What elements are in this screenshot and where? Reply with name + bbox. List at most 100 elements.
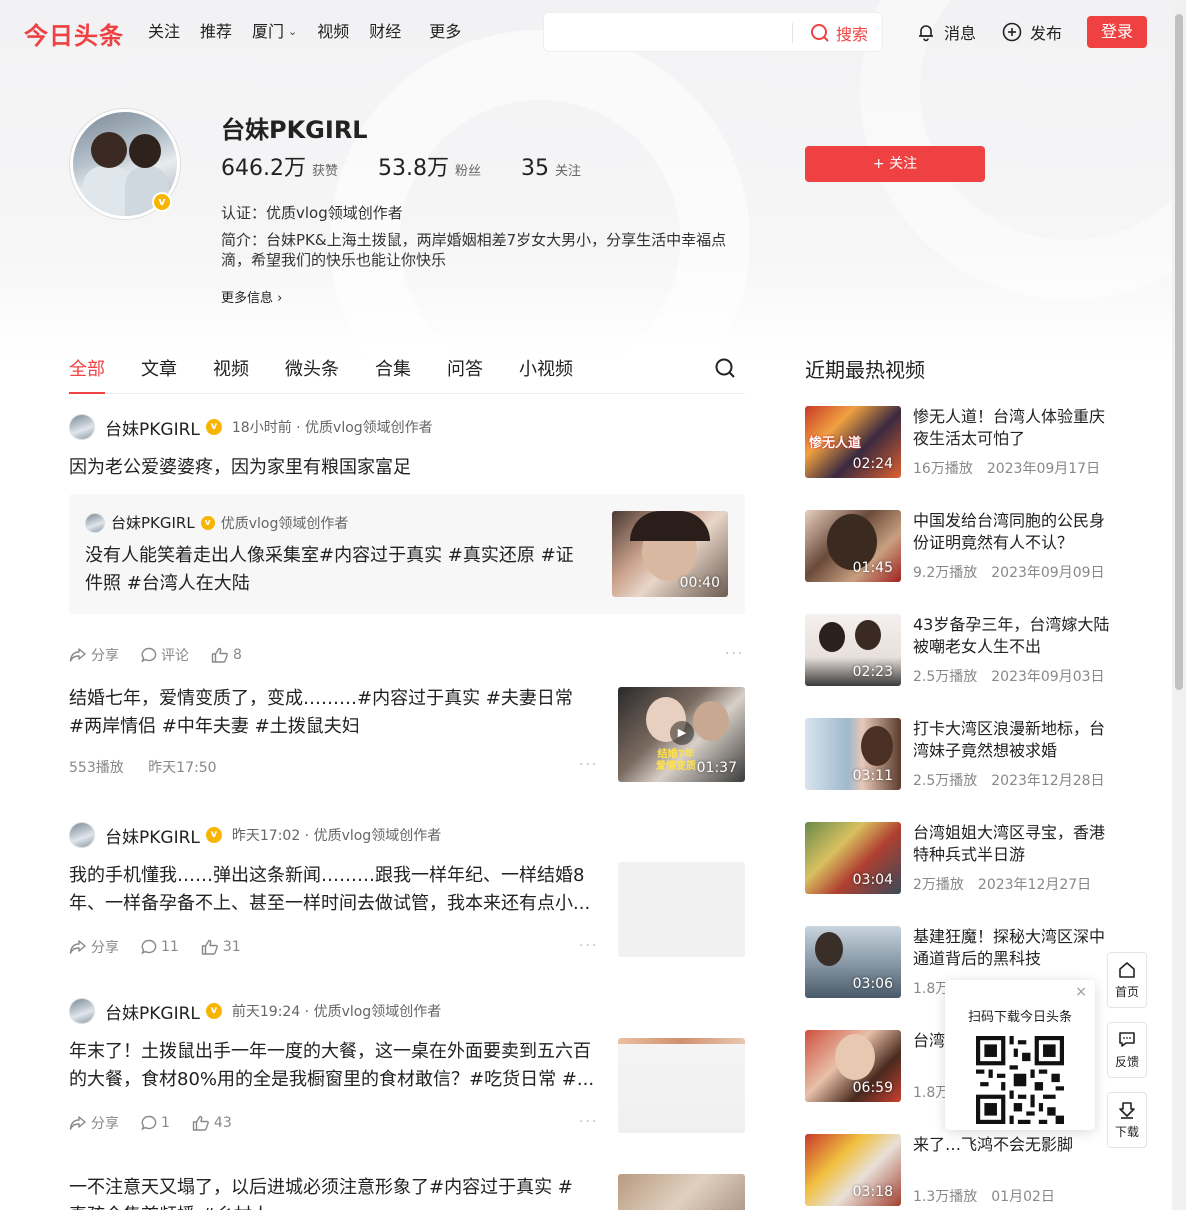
publish-date: 01月02日 [991, 1189, 1055, 1205]
play-icon: ▶ [670, 721, 694, 745]
post-meta: 优质vlog领域创作者 [220, 515, 349, 532]
video-thumbnail: 03:18 [805, 1134, 901, 1206]
tab-short-videos[interactable]: 小视频 [519, 355, 573, 381]
tab-micro-posts[interactable]: 微头条 [285, 355, 339, 381]
share-button[interactable]: 分享 [69, 645, 119, 665]
video-duration: 03:18 [852, 1184, 893, 1200]
share-button[interactable]: 分享 [69, 1113, 119, 1133]
video-duration: 02:23 [852, 664, 893, 680]
post-image[interactable] [618, 1038, 745, 1133]
video-thumbnail[interactable]: ▶ 结婚7年 爱情变质 01:37 [618, 687, 745, 782]
scrollbar-thumb[interactable] [1175, 14, 1183, 690]
follow-button[interactable]: + 关注 [805, 146, 985, 182]
share-label: 分享 [91, 940, 119, 956]
tab-articles[interactable]: 文章 [141, 355, 177, 381]
hot-video-item[interactable]: 03:04 台湾姐姐大湾区寻宝，香港特种兵式半日游 2万播放 2023年12月27… [805, 822, 1125, 894]
search-input[interactable] [556, 21, 786, 45]
quoted-video-card[interactable]: 台妹PKGIRL v 优质vlog领域创作者 没有人能笑着走出人像采集室#内容过… [69, 494, 745, 614]
thumbs-up-icon [201, 939, 218, 955]
post-text[interactable]: 因为老公爱婆婆疼，因为家里有粮国家富足 [69, 454, 745, 482]
float-feedback-button[interactable]: 反馈 [1107, 1022, 1147, 1078]
like-button[interactable]: 31 [201, 939, 241, 955]
tab-collections[interactable]: 合集 [375, 355, 411, 381]
post-text[interactable]: 我的手机懂我……弹出这条新闻………跟我一样年纪、一样结婚8年、一样备孕备不上、甚… [69, 862, 595, 918]
video-duration: 00:40 [679, 575, 720, 591]
more-info-link[interactable]: 更多信息 › [221, 287, 282, 306]
video-thumbnail: 惨无人道 02:24 [805, 406, 901, 478]
more-options-button[interactable]: ··· [579, 938, 598, 954]
comment-button[interactable]: 1 [141, 1115, 170, 1131]
nav-label: 更多 [429, 22, 462, 41]
author-name[interactable]: 台妹PKGIRL [105, 415, 200, 440]
nav-item-more[interactable]: 更多 [429, 20, 461, 44]
thumbnail-caption: 结婚7年 爱情变质 [656, 749, 696, 772]
stat-number: 53.8万 [378, 156, 449, 181]
post-text[interactable]: 结婚七年，爱情变质了，变成………#内容过于真实 #夫妻日常 #两岸情侣 #中年夫… [69, 685, 589, 741]
home-icon [1119, 961, 1135, 978]
login-button[interactable]: 登录 [1087, 16, 1147, 48]
stat-fans[interactable]: 53.8万 粉丝 [378, 150, 481, 182]
quote-text: 没有人能笑着走出人像采集室#内容过于真实 #真实还原 #证件照 #台湾人在大陆 [85, 545, 574, 594]
nav-item-video[interactable]: 视频 [317, 20, 349, 44]
avatar[interactable] [69, 998, 95, 1024]
comment-label: 评论 [161, 648, 189, 664]
certification-text: 认证：优质vlog领域创作者 [221, 204, 403, 222]
video-thumbnail[interactable] [618, 1174, 745, 1210]
float-home-button[interactable]: 首页 [1107, 952, 1147, 1008]
avatar[interactable] [69, 414, 95, 440]
post-image[interactable] [618, 862, 745, 957]
post-actions: 分享 1 43 [69, 1113, 254, 1133]
post-actions: 分享 评论 8 [69, 645, 264, 665]
top-header: 今日头条 关注 推荐 厦门 ⌄ 视频 财经 更多 搜索 消息 发布 登录 [0, 0, 1172, 64]
hot-video-item[interactable]: 03:11 打卡大湾区浪漫新地标，台湾妹子竟然想被求婚 2.5万播放 2023年1… [805, 718, 1125, 790]
messages-button[interactable]: 消息 [916, 20, 976, 44]
post-text[interactable]: 年末了！土拨鼠出手一年一度的大餐，这一桌在外面要卖到五六百的大餐，食材80%用的… [69, 1038, 595, 1094]
hot-video-item[interactable]: 02:23 43岁备孕三年，台湾嫁大陆被嘲老女人生不出 2.5万播放 2023年0… [805, 614, 1125, 686]
nav-item-city[interactable]: 厦门 ⌄ [252, 20, 297, 44]
play-count: 1.8万 [913, 981, 950, 997]
search-button-label: 搜索 [836, 25, 869, 44]
comment-icon [141, 1115, 157, 1131]
post-meta: 前天19:24 · 优质vlog领域创作者 [231, 1004, 442, 1020]
hot-video-item[interactable]: 03:18 来了…飞鸿不会无影脚 1.3万播放 01月02日 [805, 1134, 1125, 1206]
tab-videos[interactable]: 视频 [213, 355, 249, 381]
share-button[interactable]: 分享 [69, 937, 119, 957]
post-text[interactable]: 一不注意天又塌了，以后进城必须注意形象了#内容过于真实 #真孩今隽首频播 #乡村… [69, 1174, 589, 1210]
author-name[interactable]: 台妹PKGIRL [105, 999, 200, 1024]
feed-post-video: 结婚七年，爱情变质了，变成………#内容过于真实 #夫妻日常 #两岸情侣 #中年夫… [69, 687, 745, 787]
video-duration: 02:24 [852, 456, 893, 472]
float-download-button[interactable]: 下载 [1107, 1092, 1147, 1148]
close-icon[interactable]: × [1075, 984, 1087, 1000]
page-scrollbar[interactable] [1172, 0, 1186, 1210]
nav-item-following[interactable]: 关注 [148, 20, 180, 44]
like-count: 31 [222, 939, 241, 955]
play-count: 2万播放 [913, 877, 964, 893]
more-options-button[interactable]: ··· [579, 1114, 598, 1130]
like-button[interactable]: 43 [192, 1115, 232, 1131]
tab-search-button[interactable] [714, 357, 736, 383]
video-thumbnail[interactable]: 00:40 [612, 511, 728, 597]
search-button[interactable]: 搜索 [810, 21, 868, 45]
author-name[interactable]: 台妹PKGIRL [105, 823, 200, 848]
comment-button[interactable]: 11 [141, 939, 179, 955]
nav-item-finance[interactable]: 财经 [369, 20, 401, 44]
stat-following[interactable]: 35 关注 [521, 156, 581, 181]
qr-title: 扫码下载今日头条 [967, 1010, 1072, 1025]
toutiao-logo[interactable]: 今日头条 [24, 16, 124, 51]
publish-button[interactable]: 发布 [1002, 20, 1062, 44]
nav-item-recommend[interactable]: 推荐 [200, 20, 232, 44]
avatar[interactable] [69, 822, 95, 848]
hot-video-title: 台湾姐姐大湾区寻宝，香港特种兵式半日游 [913, 823, 1106, 864]
hot-video-item[interactable]: 01:45 中国发给台湾同胞的公民身份证明竟然有人不认？ 9.2万播放 2023年… [805, 510, 1125, 582]
hot-video-item[interactable]: 惨无人道 02:24 惨无人道！台湾人体验重庆夜生活太可怕了 16万播放 2023… [805, 406, 1125, 478]
nav-label: 推荐 [200, 22, 233, 41]
verified-icon: v [205, 419, 222, 435]
thumbnail-face [861, 726, 893, 766]
comment-button[interactable]: 评论 [141, 645, 189, 665]
tab-all[interactable]: 全部 [69, 355, 105, 381]
like-button[interactable]: 8 [211, 647, 242, 663]
more-options-button[interactable]: ··· [725, 646, 744, 662]
video-duration: 01:45 [852, 560, 893, 576]
tab-qa[interactable]: 问答 [447, 355, 483, 381]
more-options-button[interactable]: ··· [579, 757, 598, 773]
